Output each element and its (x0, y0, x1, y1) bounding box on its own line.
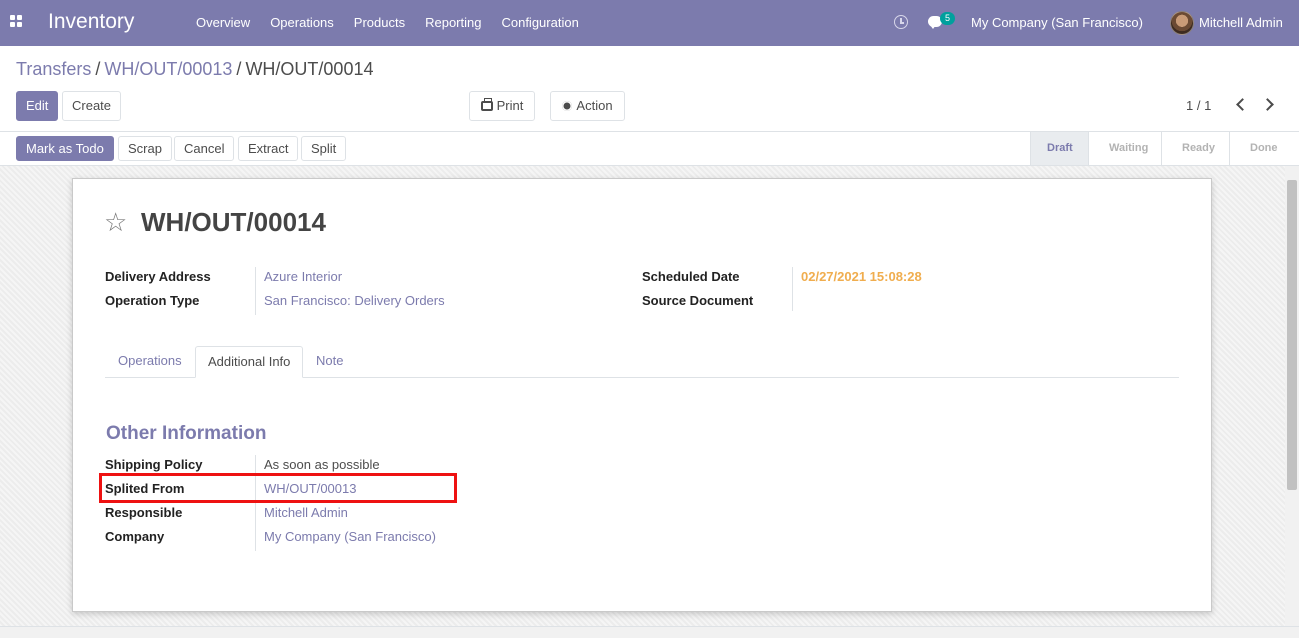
main-menu: Overview Operations Products Reporting C… (186, 0, 589, 46)
shipping-policy-value[interactable]: As soon as possible (264, 457, 380, 472)
print-button[interactable]: Print (469, 91, 535, 121)
scrap-button[interactable]: Scrap (118, 136, 172, 161)
field-divider (792, 267, 793, 311)
tab-additional-info[interactable]: Additional Info (195, 346, 304, 378)
extract-button[interactable]: Extract (238, 136, 299, 161)
activity-clock-icon[interactable] (894, 15, 908, 29)
mark-as-todo-button[interactable]: Mark as Todo (16, 136, 114, 161)
source-document-label: Source Document (642, 293, 754, 308)
notebook-tabs: Operations Additional Info Note (105, 346, 1179, 378)
split-button[interactable]: Split (301, 136, 347, 161)
edit-button[interactable]: Edit (16, 91, 59, 121)
bottom-strip (0, 626, 1299, 638)
stage-waiting[interactable]: Waiting (1088, 132, 1161, 165)
action-button[interactable]: Action (550, 91, 625, 121)
menu-products[interactable]: Products (344, 0, 415, 46)
tab-operations[interactable]: Operations (106, 346, 194, 378)
action-label: Action (576, 98, 613, 113)
operation-type-label: Operation Type (105, 293, 200, 308)
highlight-annotation-box (99, 473, 457, 503)
breadcrumb-transfers[interactable]: Transfers (16, 59, 91, 79)
breadcrumb-separator: / (236, 59, 242, 79)
chevron-right-icon[interactable] (1261, 98, 1274, 111)
breadcrumb: Transfers / WH/OUT/00013/WH/OUT/00014 (16, 59, 373, 80)
delivery-address-label: Delivery Address (105, 269, 211, 284)
status-bar: Mark as Todo Scrap Cancel Extract Split … (0, 131, 1299, 166)
stage-pipeline: Draft Waiting Ready Done (1030, 132, 1285, 165)
operation-type-value[interactable]: San Francisco: Delivery Orders (264, 293, 445, 308)
printer-icon (480, 98, 493, 111)
chevron-left-icon[interactable] (1236, 98, 1249, 111)
field-divider (255, 455, 256, 551)
field-divider (255, 267, 256, 315)
menu-configuration[interactable]: Configuration (491, 0, 588, 46)
star-icon[interactable]: ☆ (104, 209, 127, 235)
record-title: WH/OUT/00014 (141, 207, 326, 237)
create-button[interactable]: Create (62, 91, 122, 121)
stage-done[interactable]: Done (1229, 132, 1285, 165)
user-avatar[interactable] (1170, 11, 1194, 35)
menu-operations[interactable]: Operations (260, 0, 344, 46)
responsible-label: Responsible (105, 505, 183, 520)
stage-ready[interactable]: Ready (1161, 132, 1229, 165)
top-navbar: Inventory Overview Operations Products R… (0, 0, 1299, 46)
apps-menu-icon[interactable] (10, 15, 23, 28)
scheduled-date-label: Scheduled Date (642, 269, 740, 284)
form-sheet (72, 178, 1212, 612)
shipping-policy-label: Shipping Policy (105, 457, 203, 472)
tab-note[interactable]: Note (304, 346, 355, 378)
gear-icon (562, 101, 573, 111)
company-label: Company (105, 529, 165, 544)
cancel-button[interactable]: Cancel (174, 136, 235, 161)
breadcrumb-separator: / (95, 59, 101, 79)
menu-reporting[interactable]: Reporting (415, 0, 491, 46)
company-value[interactable]: My Company (San Francisco) (264, 529, 436, 544)
app-name[interactable]: Inventory (48, 10, 134, 34)
responsible-value[interactable]: Mitchell Admin (264, 505, 348, 520)
menu-overview[interactable]: Overview (186, 0, 260, 46)
breadcrumb-current: WH/OUT/00014 (245, 59, 374, 79)
pager-value[interactable]: 1 / 1 (1186, 98, 1211, 113)
scrollbar-thumb[interactable] (1287, 180, 1297, 490)
breadcrumb-source-transfer[interactable]: WH/OUT/00013 (104, 59, 232, 79)
user-menu[interactable]: Mitchell Admin (1199, 15, 1283, 30)
company-switcher[interactable]: My Company (San Francisco) (971, 15, 1143, 30)
chat-count-badge: 5 (940, 12, 955, 25)
scheduled-date-value[interactable]: 02/27/2021 15:08:28 (801, 269, 922, 284)
delivery-address-value[interactable]: Azure Interior (264, 269, 342, 284)
stage-draft[interactable]: Draft (1030, 132, 1088, 165)
print-label: Print (496, 98, 524, 113)
other-information-title: Other Information (106, 423, 267, 444)
